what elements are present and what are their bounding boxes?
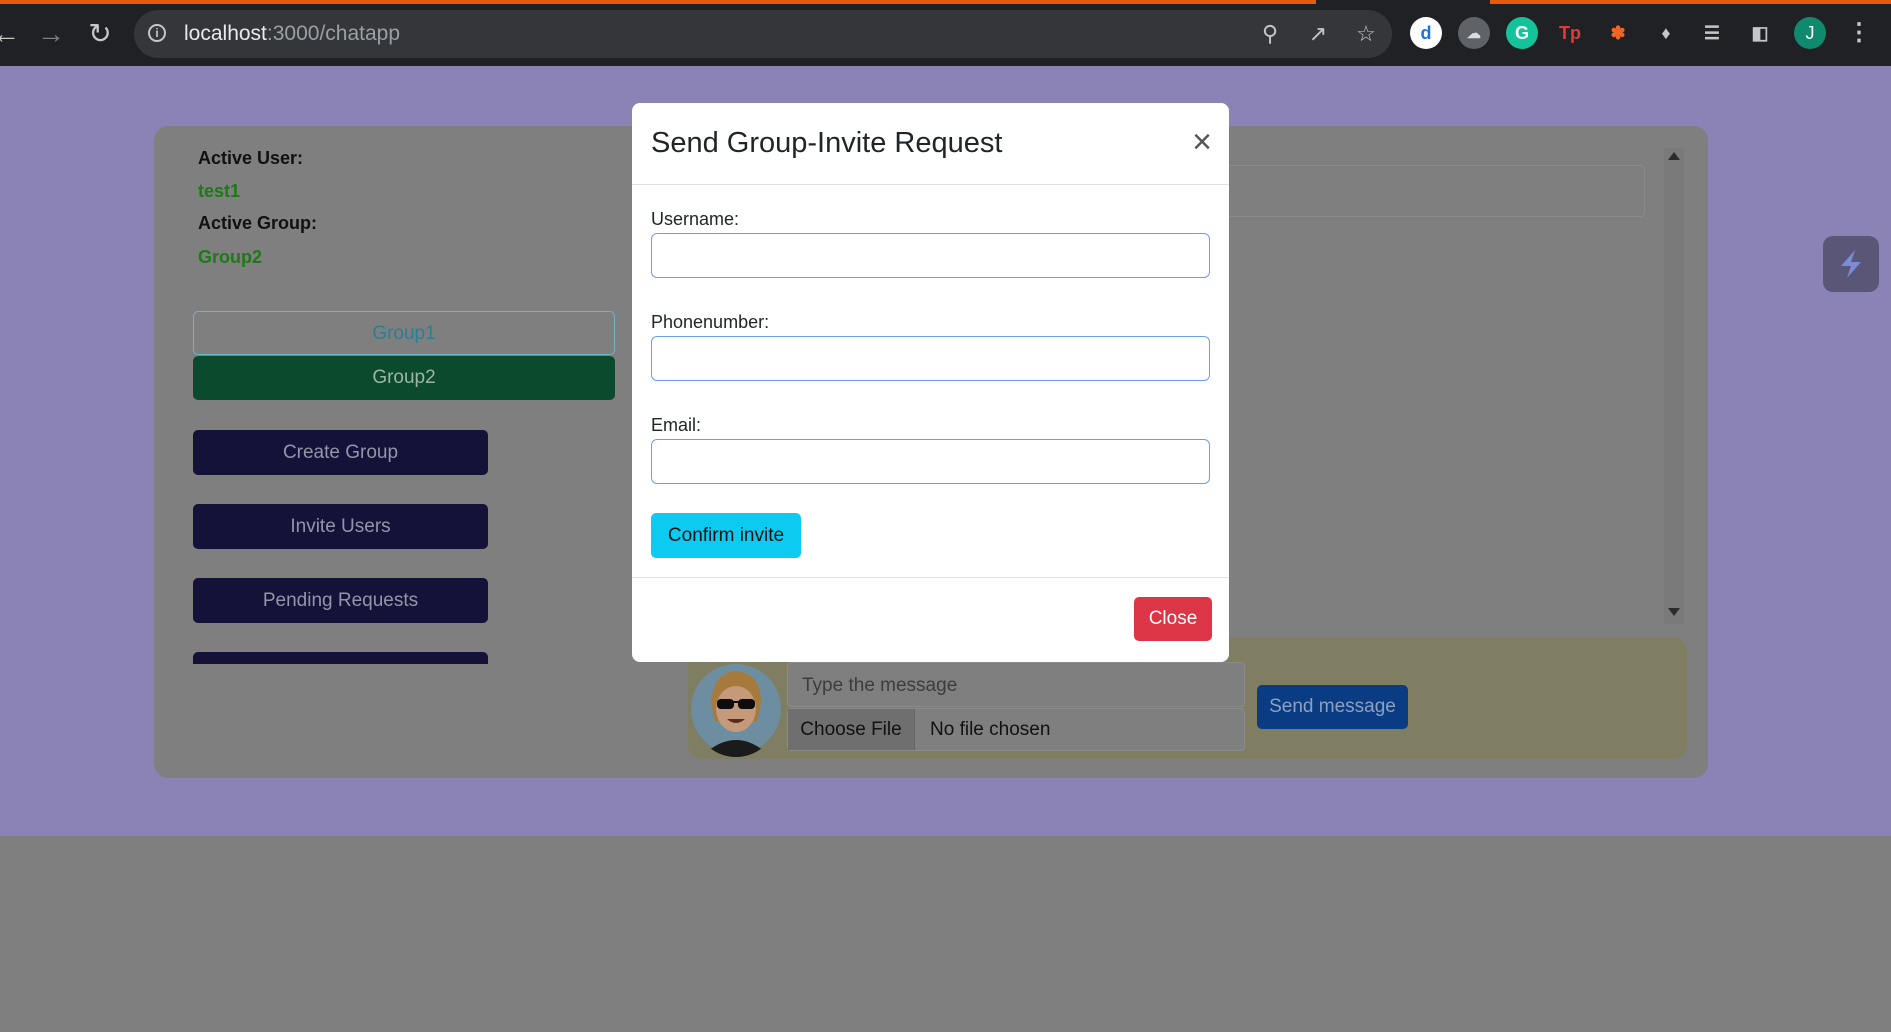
invite-users-button[interactable]: Invite Users xyxy=(193,504,488,549)
url-text[interactable]: localhost:3000/chatapp xyxy=(184,22,400,46)
confirm-invite-button[interactable]: Confirm invite xyxy=(651,513,801,558)
close-icon[interactable]: × xyxy=(1187,125,1217,159)
share-icon[interactable]: ↗ xyxy=(1304,20,1332,48)
phonenumber-input[interactable] xyxy=(651,336,1210,381)
username-label: Username: xyxy=(651,209,740,229)
loading-bar xyxy=(0,0,1316,4)
grammarly-extension-icon[interactable]: G xyxy=(1506,17,1538,49)
site-info-icon[interactable]: i xyxy=(148,24,166,42)
sidebar-action-button-partial[interactable] xyxy=(193,652,488,664)
chat-scrollbar[interactable] xyxy=(1664,148,1684,624)
message-input[interactable]: Type the message xyxy=(787,662,1245,707)
username-input[interactable] xyxy=(651,233,1210,278)
scroll-down-arrow-icon[interactable] xyxy=(1668,608,1680,616)
modal-footer: Close xyxy=(632,577,1229,663)
invite-modal: Send Group-Invite Request × Username: Ph… xyxy=(632,103,1229,662)
phonenumber-label: Phonenumber: xyxy=(651,312,770,332)
menu-kebab-icon[interactable]: ⋮ xyxy=(1843,17,1875,49)
active-user-label: Active User: xyxy=(198,148,304,168)
choose-file-button[interactable]: Choose File xyxy=(788,709,915,750)
group-button-group2[interactable]: Group2 xyxy=(193,356,615,400)
reload-icon[interactable]: ↻ xyxy=(84,18,116,50)
browser-toolbar: ← → ↻ i localhost:3000/chatapp ⚲ ↗ ☆ d ☁… xyxy=(0,0,1891,66)
side-panel-icon[interactable]: ◧ xyxy=(1744,17,1776,49)
page-footer-area xyxy=(0,836,1891,1032)
active-group-label: Active Group: xyxy=(198,213,318,233)
floating-extension-icon[interactable] xyxy=(1823,236,1879,292)
modal-title: Send Group-Invite Request xyxy=(651,127,1003,159)
forward-arrow-icon[interactable]: → xyxy=(35,18,67,50)
active-user-value: test1 xyxy=(198,181,241,201)
bookmark-star-icon[interactable]: ☆ xyxy=(1352,20,1380,48)
scroll-up-arrow-icon[interactable] xyxy=(1668,152,1680,160)
profile-avatar[interactable]: J xyxy=(1794,17,1826,49)
user-avatar xyxy=(691,661,781,757)
pending-requests-button[interactable]: Pending Requests xyxy=(193,578,488,623)
group-button-group1[interactable]: Group1 xyxy=(193,311,615,355)
chat-message-box xyxy=(1210,165,1645,217)
reading-list-icon[interactable]: ☰ xyxy=(1696,17,1728,49)
address-bar[interactable]: i localhost:3000/chatapp ⚲ ↗ ☆ xyxy=(134,10,1392,58)
extensions-puzzle-icon[interactable]: ♦ xyxy=(1650,17,1682,49)
extension-icon[interactable]: ☁ xyxy=(1458,17,1490,49)
send-message-button[interactable]: Send message xyxy=(1257,685,1408,729)
email-input[interactable] xyxy=(651,439,1210,484)
file-status-text: No file chosen xyxy=(930,719,1051,740)
close-button[interactable]: Close xyxy=(1134,597,1212,641)
file-input[interactable]: Choose File No file chosen xyxy=(787,708,1245,751)
dictionary-extension-icon[interactable]: d xyxy=(1410,17,1442,49)
email-label: Email: xyxy=(651,415,702,435)
loading-bar xyxy=(1490,0,1891,4)
zoom-icon[interactable]: ⚲ xyxy=(1256,20,1284,48)
back-arrow-icon[interactable]: ← xyxy=(0,18,22,50)
extension-icon[interactable]: ✽ xyxy=(1602,17,1634,49)
create-group-button[interactable]: Create Group xyxy=(193,430,488,475)
modal-header: Send Group-Invite Request × xyxy=(632,103,1229,185)
tp-extension-icon[interactable]: Tp xyxy=(1554,17,1586,49)
active-group-value: Group2 xyxy=(198,247,263,267)
